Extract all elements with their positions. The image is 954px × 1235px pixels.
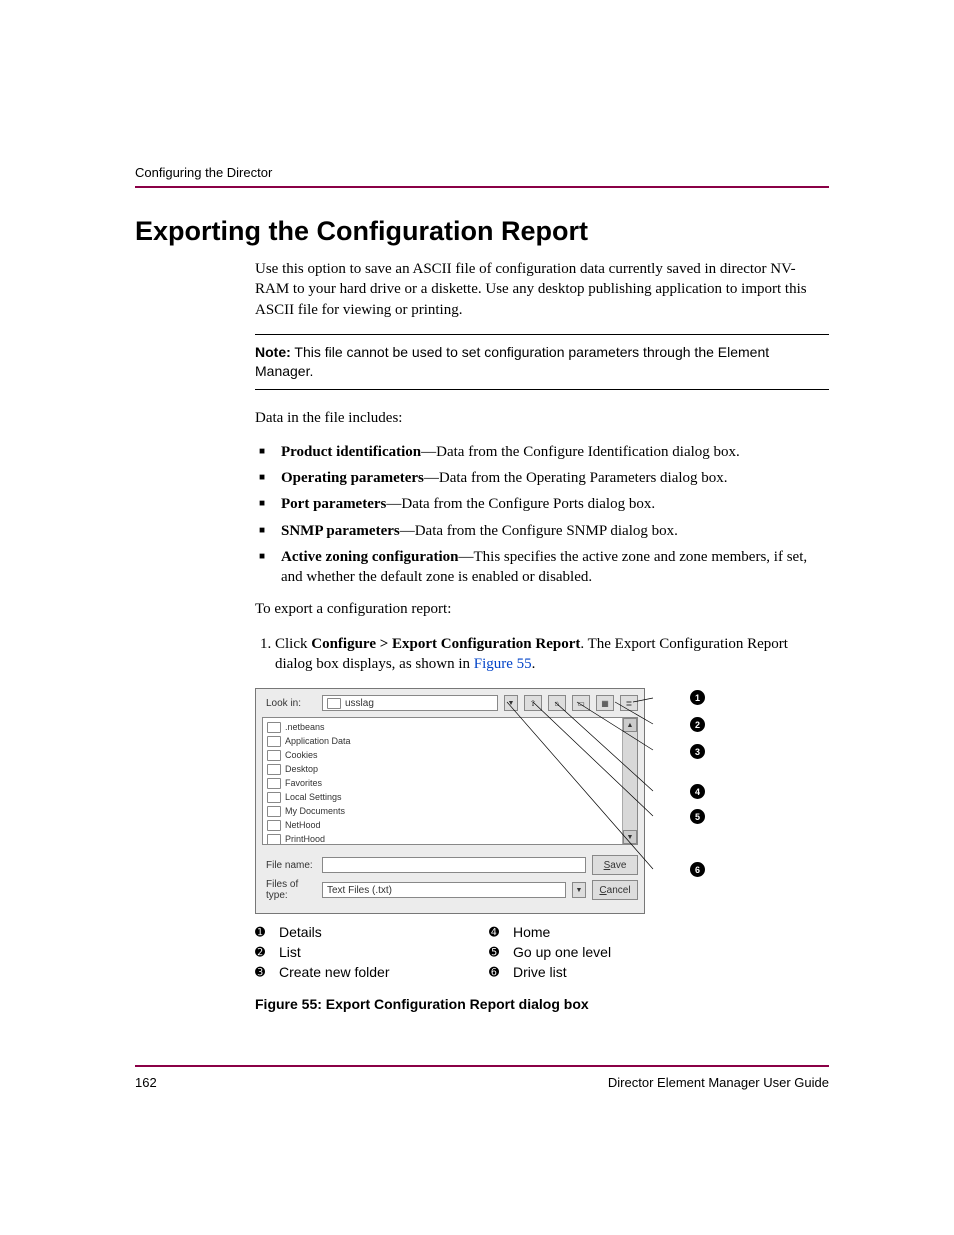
folder-icon [267,792,281,803]
legend-text: Drive list [513,964,693,980]
list-item[interactable]: Desktop [267,762,618,776]
page-number: 162 [135,1075,157,1090]
list-item[interactable]: .netbeans [267,720,618,734]
folder-icon [267,820,281,831]
up-one-level-icon[interactable]: ⇧ [524,695,542,711]
bullet-item: Operating parameters—Data from the Opera… [255,468,829,488]
dropdown-caret-icon[interactable]: ▼ [504,695,518,711]
folder-icon [267,750,281,761]
note-label: Note: [255,344,291,360]
folder-icon [267,778,281,789]
intro-paragraph: Use this option to save an ASCII file of… [255,259,829,320]
list-item[interactable]: PrintHood [267,832,618,846]
folder-icon [327,698,341,709]
callout-badge: 6 [690,862,705,877]
scrollbar[interactable]: ▲ ▼ [622,718,637,844]
step-list: Click Configure > Export Configuration R… [255,634,829,675]
figure-55: Look in: usslag ▼ ⇧ ⌂ ▭ ▦ ≣ .netbeans Ap… [255,688,675,914]
legend-text: Create new folder [279,964,489,980]
callout-badge: 4 [690,784,705,799]
export-lead: To export a configuration report: [255,599,829,619]
note-block: Note: This file cannot be used to set co… [255,334,829,390]
file-type-select[interactable]: Text Files (.txt) [322,882,566,898]
export-dialog: Look in: usslag ▼ ⇧ ⌂ ▭ ▦ ≣ .netbeans Ap… [255,688,645,914]
folder-icon [267,736,281,747]
callout-badge: 3 [690,744,705,759]
callout-badge: 5 [690,809,705,824]
legend-text: Home [513,924,693,940]
legend-text: Go up one level [513,944,693,960]
folder-icon [267,806,281,817]
scroll-down-icon[interactable]: ▼ [623,830,637,844]
footer-rule [135,1065,829,1067]
details-view-icon[interactable]: ≣ [620,695,638,711]
look-in-label: Look in: [266,698,316,709]
list-item[interactable]: Application Data [267,734,618,748]
file-list-area[interactable]: .netbeans Application Data Cookies Deskt… [262,717,638,845]
figure-caption: Figure 55: Export Configuration Report d… [255,996,829,1012]
file-type-label: Files of type: [266,879,316,901]
figure-legend: ➊ Details ➍ Home ➋ List ➎ Go up one leve… [255,924,829,980]
bullet-list: Product identification—Data from the Con… [255,442,829,588]
legend-num: ➊ [255,925,279,939]
folder-icon [267,722,281,733]
callout-badge: 2 [690,717,705,732]
list-item[interactable]: NetHood [267,818,618,832]
book-title: Director Element Manager User Guide [608,1075,829,1090]
list-item[interactable]: Favorites [267,776,618,790]
section-heading: Exporting the Configuration Report [135,216,829,247]
legend-num: ➍ [489,925,513,939]
page-footer: 162 Director Element Manager User Guide [135,1065,829,1090]
step-item: Click Configure > Export Configuration R… [275,634,829,675]
folder-icon [267,834,281,845]
includes-lead: Data in the file includes: [255,408,829,428]
bullet-item: Active zoning configuration—This specifi… [255,547,829,588]
bullet-item: Port parameters—Data from the Configure … [255,494,829,514]
look-in-value: usslag [345,698,374,709]
list-item[interactable]: Cookies [267,748,618,762]
look-in-dropdown[interactable]: usslag [322,695,498,711]
legend-num: ➎ [489,945,513,959]
legend-text: Details [279,924,489,940]
file-name-input[interactable] [322,857,586,873]
bullet-item: SNMP parameters—Data from the Configure … [255,521,829,541]
figure-xref[interactable]: Figure 55 [474,656,532,672]
running-header: Configuring the Director [135,165,829,180]
cancel-button[interactable]: Cancel [592,880,638,900]
dropdown-caret-icon[interactable]: ▼ [572,882,586,898]
legend-num: ➌ [255,965,279,979]
scroll-up-icon[interactable]: ▲ [623,718,637,732]
list-item[interactable]: Local Settings [267,790,618,804]
new-folder-icon[interactable]: ▭ [572,695,590,711]
header-rule [135,186,829,188]
legend-num: ➏ [489,965,513,979]
legend-num: ➋ [255,945,279,959]
folder-icon [267,764,281,775]
home-icon[interactable]: ⌂ [548,695,566,711]
legend-text: List [279,944,489,960]
list-item[interactable]: My Documents [267,804,618,818]
save-button[interactable]: Save [592,855,638,875]
bullet-item: Product identification—Data from the Con… [255,442,829,462]
callout-badge: 1 [690,690,705,705]
file-name-label: File name: [266,860,316,871]
list-view-icon[interactable]: ▦ [596,695,614,711]
note-text: This file cannot be used to set configur… [255,344,769,379]
